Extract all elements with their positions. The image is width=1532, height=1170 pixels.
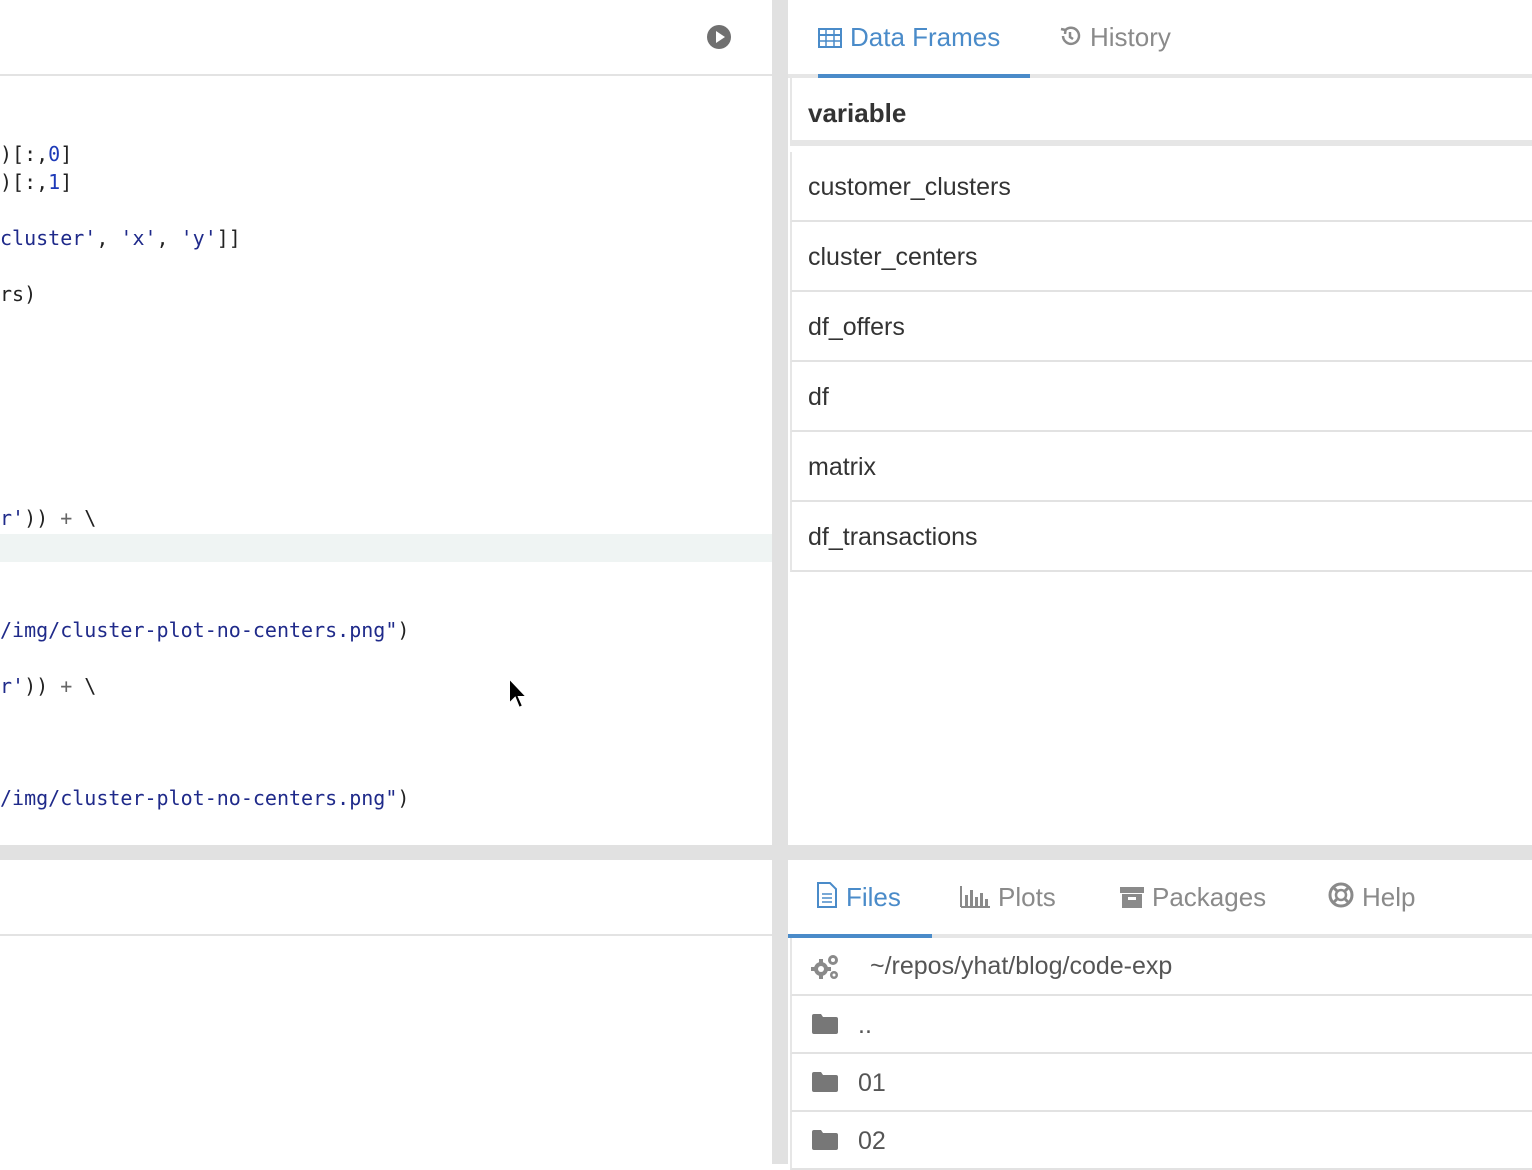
file-icon <box>816 862 838 936</box>
code-token: cluster' <box>0 226 97 250</box>
file-row[interactable]: 02 <box>790 1112 1532 1170</box>
bar-chart-icon <box>960 862 990 936</box>
variable-row[interactable]: df_offers <box>790 292 1532 362</box>
code-token: r' <box>0 674 25 698</box>
variable-row[interactable]: cluster_centers <box>790 222 1532 292</box>
code-token: )) <box>24 674 61 698</box>
file-row[interactable]: 01 <box>790 1054 1532 1112</box>
tab-plots[interactable]: Plots <box>960 860 1056 934</box>
tab-label: Data Frames <box>850 22 1001 52</box>
code-token: 'y' <box>180 226 217 250</box>
code-line[interactable]: r')) + \ <box>0 672 96 700</box>
editor-toolbar <box>0 0 772 76</box>
tab-label: History <box>1090 22 1171 52</box>
file-name: .. <box>858 1011 872 1039</box>
code-token: , <box>96 226 121 250</box>
code-token: \ <box>72 674 97 698</box>
tab-label: Plots <box>998 882 1056 912</box>
gear-icon[interactable] <box>810 952 840 982</box>
tab-data-frames[interactable]: Data Frames <box>818 0 1030 78</box>
code-token: rs) <box>0 282 37 306</box>
code-line[interactable]: rs) <box>0 280 36 308</box>
console-pane[interactable] <box>0 860 772 1164</box>
code-token: )[:, <box>0 142 49 166</box>
variable-row[interactable]: df_transactions <box>790 502 1532 572</box>
tab-label: Packages <box>1152 882 1267 912</box>
variable-row[interactable]: matrix <box>790 432 1532 502</box>
vertical-splitter[interactable] <box>772 0 788 1164</box>
code-token: ) <box>397 618 410 642</box>
console-toolbar <box>0 860 772 936</box>
horizontal-splitter-right[interactable] <box>788 845 1532 860</box>
code-token: 1 <box>48 170 61 194</box>
folder-icon <box>812 1072 838 1092</box>
variable-column-header[interactable]: variable <box>790 78 1532 146</box>
code-token: )) <box>24 506 61 530</box>
code-line[interactable]: cluster', 'x', 'y']] <box>0 224 241 252</box>
code-token: ] <box>60 170 73 194</box>
file-row[interactable]: .. <box>790 996 1532 1054</box>
active-line-highlight <box>0 534 772 562</box>
code-token: ) <box>397 786 410 810</box>
code-token: ] <box>60 142 73 166</box>
code-token: /img/cluster-plot-no-centers.png" <box>0 618 398 642</box>
tab-files[interactable]: Files <box>788 860 932 938</box>
tab-label: Help <box>1362 882 1416 912</box>
files-pane: Files Plots Packages Help ~/repos/yhat/b… <box>788 860 1532 1170</box>
file-name: 01 <box>858 1069 886 1097</box>
variable-row[interactable]: df <box>790 362 1532 432</box>
code-token: )[:, <box>0 170 49 194</box>
tab-label: Files <box>846 882 901 912</box>
archive-icon <box>1120 862 1144 936</box>
folder-icon <box>812 1014 838 1034</box>
variable-row[interactable]: customer_clusters <box>790 152 1532 222</box>
tab-history[interactable]: History <box>1058 0 1171 74</box>
code-token: 0 <box>48 142 61 166</box>
code-line[interactable]: )[:,0] <box>0 140 72 168</box>
code-token: + <box>60 506 73 530</box>
code-token: r' <box>0 506 25 530</box>
lifebuoy-icon <box>1328 862 1354 936</box>
file-name: 02 <box>858 1127 886 1155</box>
code-line[interactable]: )[:,1] <box>0 168 72 196</box>
code-token: ]] <box>216 226 241 250</box>
code-line[interactable]: /img/cluster-plot-no-centers.png") <box>0 784 409 812</box>
current-path: ~/repos/yhat/blog/code-exp <box>870 952 1173 980</box>
horizontal-splitter[interactable] <box>0 845 772 860</box>
code-line[interactable]: r')) + \ <box>0 504 96 532</box>
code-token: \ <box>72 506 97 530</box>
folder-icon <box>812 1130 838 1150</box>
mouse-pointer-icon <box>508 676 530 710</box>
code-token: /img/cluster-plot-no-centers.png" <box>0 786 398 810</box>
play-circle-icon[interactable] <box>707 25 731 49</box>
bottom-tabbar: Files Plots Packages Help <box>788 860 1532 938</box>
code-line[interactable]: /img/cluster-plot-no-centers.png") <box>0 616 409 644</box>
top-tabbar: Data Frames History <box>788 0 1532 78</box>
table-icon <box>818 2 842 76</box>
code-token: + <box>60 674 73 698</box>
code-editor[interactable]: )[:,0])[:,1] cluster', 'x', 'y']] rs) r')) … <box>0 0 772 845</box>
history-icon <box>1058 2 1082 76</box>
data-frames-pane: Data Frames History variable customer_cl… <box>788 0 1532 845</box>
code-token: , <box>156 226 181 250</box>
path-bar: ~/repos/yhat/blog/code-exp <box>790 938 1532 996</box>
tab-help[interactable]: Help <box>1328 860 1415 934</box>
code-token: 'x' <box>120 226 157 250</box>
tab-packages[interactable]: Packages <box>1120 860 1266 934</box>
